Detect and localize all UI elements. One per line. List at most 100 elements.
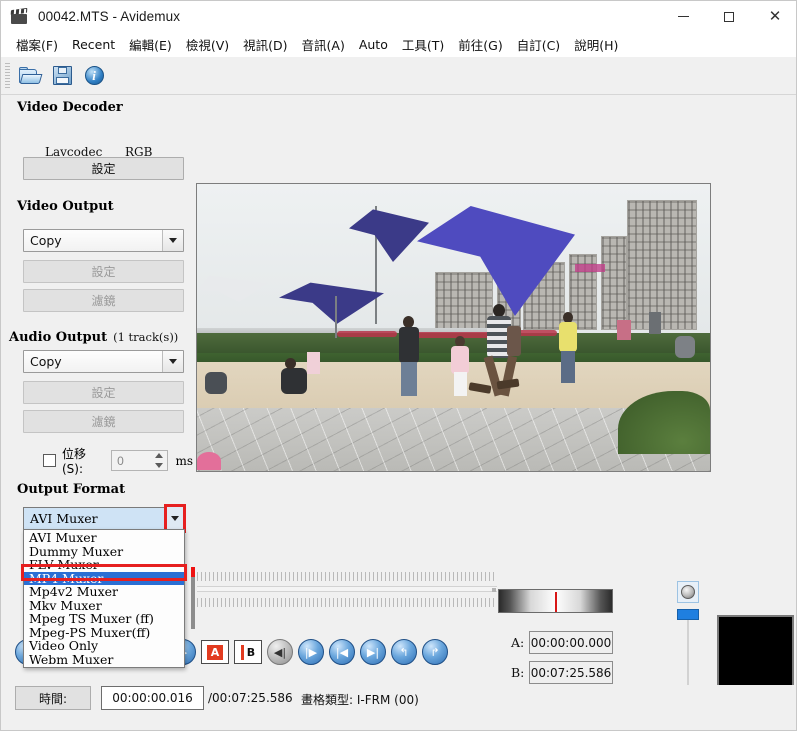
marker-a-time-field[interactable]: 00:00:00.000 [529, 631, 613, 654]
timeline-area[interactable] [191, 567, 497, 629]
audio-output-chevron-down-icon[interactable] [162, 351, 183, 372]
preview-person-a-torso [399, 327, 419, 363]
audio-output-codec-value: Copy [30, 354, 62, 369]
menu-item-tools[interactable]: 工具(T) [395, 32, 451, 57]
menu-item-auto[interactable]: Auto [352, 34, 395, 55]
video-output-configure-button[interactable]: 設定 [23, 260, 184, 283]
window-controls: ✕ [660, 1, 796, 32]
info-button[interactable]: i [78, 60, 110, 92]
menu-item-audio[interactable]: 音訊(A) [295, 32, 352, 57]
save-file-button[interactable] [46, 60, 78, 92]
menu-item-file[interactable]: 檔案(F) [9, 32, 65, 57]
marker-a-label: A: [511, 635, 525, 650]
prev-intra-button[interactable]: ↰ [391, 639, 417, 665]
timeline-scrollbar[interactable] [197, 586, 497, 592]
minimize-icon [677, 16, 689, 17]
menu-item-video[interactable]: 視訊(D) [236, 32, 294, 57]
menu-item-edit[interactable]: 編輯(E) [122, 32, 179, 57]
volume-slider-thumb[interactable] [677, 609, 699, 620]
window-title: 00042.MTS - Avidemux [38, 9, 181, 24]
dropdown-option-mp4[interactable]: MP4 Muxer [24, 571, 184, 585]
marker-b-time-field[interactable]: 00:07:25.586 [529, 661, 613, 684]
preview-foreground-object [197, 452, 221, 470]
stepper-down-icon[interactable] [155, 463, 164, 468]
jog-shuttle-control[interactable] [498, 589, 613, 613]
dropdown-option-mp4v2[interactable]: Mp4v2 Muxer [24, 585, 184, 599]
frame-type-label: 畫格類型: I-FRM (00) [301, 693, 419, 707]
marker-b-bar-icon [240, 644, 244, 660]
preview-flowerbed-3 [517, 330, 557, 336]
video-output-codec-select[interactable]: Copy [23, 229, 184, 252]
timeline-ticks-bottom [197, 598, 497, 607]
menu-item-go[interactable]: 前往(G) [451, 32, 509, 57]
output-format-dropdown-list: AVI Muxer Dummy Muxer FLV Muxer MP4 Muxe… [23, 529, 185, 668]
speaker-icon [681, 585, 695, 599]
marker-b-button[interactable]: B [234, 640, 262, 664]
video-output-codec-value: Copy [30, 233, 62, 248]
menu-item-custom[interactable]: 自訂(C) [510, 32, 567, 57]
time-button[interactable]: 時間: [15, 686, 91, 710]
menu-bar: 檔案(F) Recent 編輯(E) 檢視(V) 視訊(D) 音訊(A) Aut… [1, 32, 796, 57]
clapperboard-icon [10, 7, 30, 27]
audio-shift-value: 0 [117, 453, 124, 468]
menu-item-recent[interactable]: Recent [65, 34, 122, 55]
prev-keyframe-button[interactable]: |◀ [329, 639, 355, 665]
mute-button[interactable] [677, 581, 699, 603]
output-format-select[interactable]: AVI Muxer [23, 507, 184, 530]
prev-black-frame-button[interactable]: ◀| [267, 639, 293, 665]
preview-flowerbed-1 [337, 331, 397, 337]
close-button[interactable]: ✕ [752, 1, 796, 32]
menu-item-view[interactable]: 檢視(V) [179, 32, 236, 57]
preview-flowerbed-2 [412, 332, 497, 338]
audio-output-filters-button[interactable]: 濾鏡 [23, 410, 184, 433]
save-icon [52, 66, 72, 85]
secondary-preview-box[interactable] [717, 615, 794, 687]
minimize-button[interactable] [660, 1, 706, 32]
dropdown-option-mpegps[interactable]: Mpeg-PS Muxer(ff) [24, 625, 184, 640]
preview-seated-person-3 [675, 336, 695, 358]
toolbar-grip[interactable] [5, 62, 10, 89]
stepper-up-icon[interactable] [155, 453, 164, 458]
preview-seated-head-1 [285, 358, 296, 369]
menu-item-help[interactable]: 說明(H) [567, 32, 625, 57]
audio-shift-input[interactable]: 0 [111, 450, 169, 471]
output-format-heading: Output Format [17, 482, 126, 497]
next-black-frame-button[interactable]: |▶ [298, 639, 324, 665]
dropdown-option-webm[interactable]: Webm Muxer [24, 652, 184, 667]
audio-shift-label: 位移(S): [62, 447, 87, 476]
video-output-filters-button[interactable]: 濾鏡 [23, 289, 184, 312]
audio-output-configure-button[interactable]: 設定 [23, 381, 184, 404]
current-time-field[interactable]: 00:00:00.016 [101, 686, 204, 710]
dropdown-option-video-only[interactable]: Video Only [24, 639, 184, 653]
maximize-button[interactable] [706, 1, 752, 32]
preview-child-legs [454, 372, 467, 396]
open-folder-icon [19, 66, 43, 85]
next-intra-button[interactable]: ↱ [422, 639, 448, 665]
audio-shift-checkbox[interactable] [43, 454, 56, 467]
audio-shift-stepper[interactable] [153, 453, 165, 468]
marker-b-label: B: [511, 665, 525, 680]
video-decoder-configure-button[interactable]: 設定 [23, 157, 184, 180]
main-toolbar: i [1, 57, 796, 95]
maximize-icon [724, 11, 734, 22]
preview-building-tall [627, 200, 697, 330]
dropdown-option-dummy[interactable]: Dummy Muxer [24, 544, 184, 559]
marker-a-button[interactable]: A [201, 640, 229, 664]
preview-person-a-legs [401, 362, 417, 396]
video-preview[interactable] [196, 183, 711, 472]
audio-shift-unit: ms [175, 453, 193, 468]
open-file-button[interactable] [14, 60, 46, 92]
dropdown-option-avi[interactable]: AVI Muxer [24, 531, 184, 545]
next-keyframe-button[interactable]: ▶| [360, 639, 386, 665]
timeline-start-marker [191, 567, 195, 577]
avidemux-window: 00042.MTS - Avidemux ✕ 檔案(F) Recent 編輯(E… [0, 0, 797, 731]
audio-output-codec-select[interactable]: Copy [23, 350, 184, 373]
video-output-heading: Video Output [17, 199, 114, 214]
dropdown-option-mkv[interactable]: Mkv Muxer [24, 598, 184, 613]
preview-sail-pole-2 [335, 296, 337, 338]
video-output-chevron-down-icon[interactable] [162, 230, 183, 251]
title-bar: 00042.MTS - Avidemux ✕ [1, 1, 796, 32]
output-format-value: AVI Muxer [30, 511, 98, 526]
dropdown-option-mpegts[interactable]: Mpeg TS Muxer (ff) [24, 612, 184, 626]
dropdown-option-flv[interactable]: FLV Muxer [24, 558, 184, 572]
